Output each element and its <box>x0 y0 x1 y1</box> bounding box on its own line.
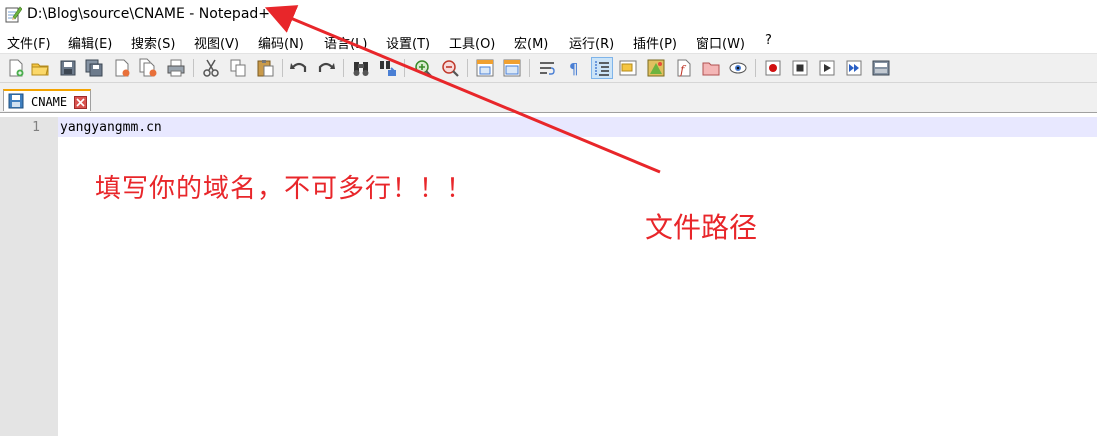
tab-label: CNAME <box>31 95 68 109</box>
undo-icon[interactable] <box>289 58 309 78</box>
monitor-icon[interactable] <box>728 58 748 78</box>
menu-run[interactable]: 运行(R) <box>569 33 614 52</box>
menu-macro[interactable]: 宏(M) <box>514 33 548 52</box>
menu-encoding[interactable]: 编码(N) <box>258 33 304 52</box>
menu-view[interactable]: 视图(V) <box>194 33 239 52</box>
print-icon[interactable] <box>166 58 186 78</box>
zoom-in-icon[interactable] <box>413 58 433 78</box>
sync-vertical-icon[interactable] <box>475 58 495 78</box>
title-bar: D:\Blog\source\CNAME - Notepad++ <box>0 0 1097 30</box>
toolbar: ¶ f <box>0 53 1097 83</box>
tab-cname[interactable]: CNAME <box>3 89 91 111</box>
close-icon[interactable] <box>112 58 132 78</box>
save-macro-icon[interactable] <box>871 58 891 78</box>
new-file-icon[interactable] <box>6 58 26 78</box>
find-icon[interactable] <box>351 58 371 78</box>
save-icon[interactable] <box>58 58 78 78</box>
paste-icon[interactable] <box>255 58 275 78</box>
cut-icon[interactable] <box>201 58 221 78</box>
menu-search[interactable]: 搜索(S) <box>131 33 175 52</box>
menu-window[interactable]: 窗口(W) <box>696 33 745 52</box>
show-all-chars-icon[interactable]: ¶ <box>564 58 584 78</box>
indent-guide-icon[interactable] <box>591 57 613 79</box>
record-macro-icon[interactable] <box>763 58 783 78</box>
window-title: D:\Blog\source\CNAME - Notepad++ <box>27 6 282 22</box>
stop-macro-icon[interactable] <box>790 58 810 78</box>
editor-content[interactable]: yangyangmm.cn <box>60 120 162 135</box>
menu-tools[interactable]: 工具(O) <box>449 33 495 52</box>
menu-language[interactable]: 语言(L) <box>324 33 367 52</box>
menu-settings[interactable]: 设置(T) <box>386 33 430 52</box>
annotation-domain-note: 填写你的域名，不可多行！！！ <box>95 174 474 204</box>
menu-bar: 文件(F) 编辑(E) 搜索(S) 视图(V) 编码(N) 语言(L) 设置(T… <box>0 30 1097 52</box>
word-wrap-icon[interactable] <box>537 58 557 78</box>
zoom-out-icon[interactable] <box>440 58 460 78</box>
menu-help[interactable]: ? <box>765 33 772 48</box>
menu-plugins[interactable]: 插件(P) <box>633 33 677 52</box>
doc-map-icon[interactable] <box>618 58 638 78</box>
svg-text:¶: ¶ <box>569 60 579 78</box>
replace-icon[interactable] <box>378 58 398 78</box>
notepad-plus-plus-icon <box>4 5 23 23</box>
redo-icon[interactable] <box>316 58 336 78</box>
tab-bar: CNAME <box>0 83 1097 113</box>
save-all-icon[interactable] <box>84 58 104 78</box>
open-file-icon[interactable] <box>30 58 50 78</box>
line-number-gutter: 1 <box>0 117 58 436</box>
tab-divider <box>0 112 1097 113</box>
folder-as-workspace-icon[interactable]: f <box>674 58 694 78</box>
function-list-icon[interactable] <box>646 58 666 78</box>
play-macro-icon[interactable] <box>817 58 837 78</box>
close-all-icon[interactable] <box>138 58 158 78</box>
udl-icon[interactable] <box>701 58 721 78</box>
line-number: 1 <box>32 120 40 135</box>
menu-file[interactable]: 文件(F) <box>7 33 51 52</box>
run-macro-multiple-icon[interactable] <box>844 58 864 78</box>
annotation-path-note: 文件路径 <box>645 211 758 244</box>
menu-edit[interactable]: 编辑(E) <box>68 33 112 52</box>
sync-horizontal-icon[interactable] <box>502 58 522 78</box>
save-icon <box>8 93 24 109</box>
copy-icon[interactable] <box>228 58 248 78</box>
current-line-highlight <box>58 117 1097 137</box>
close-icon[interactable] <box>74 94 87 109</box>
